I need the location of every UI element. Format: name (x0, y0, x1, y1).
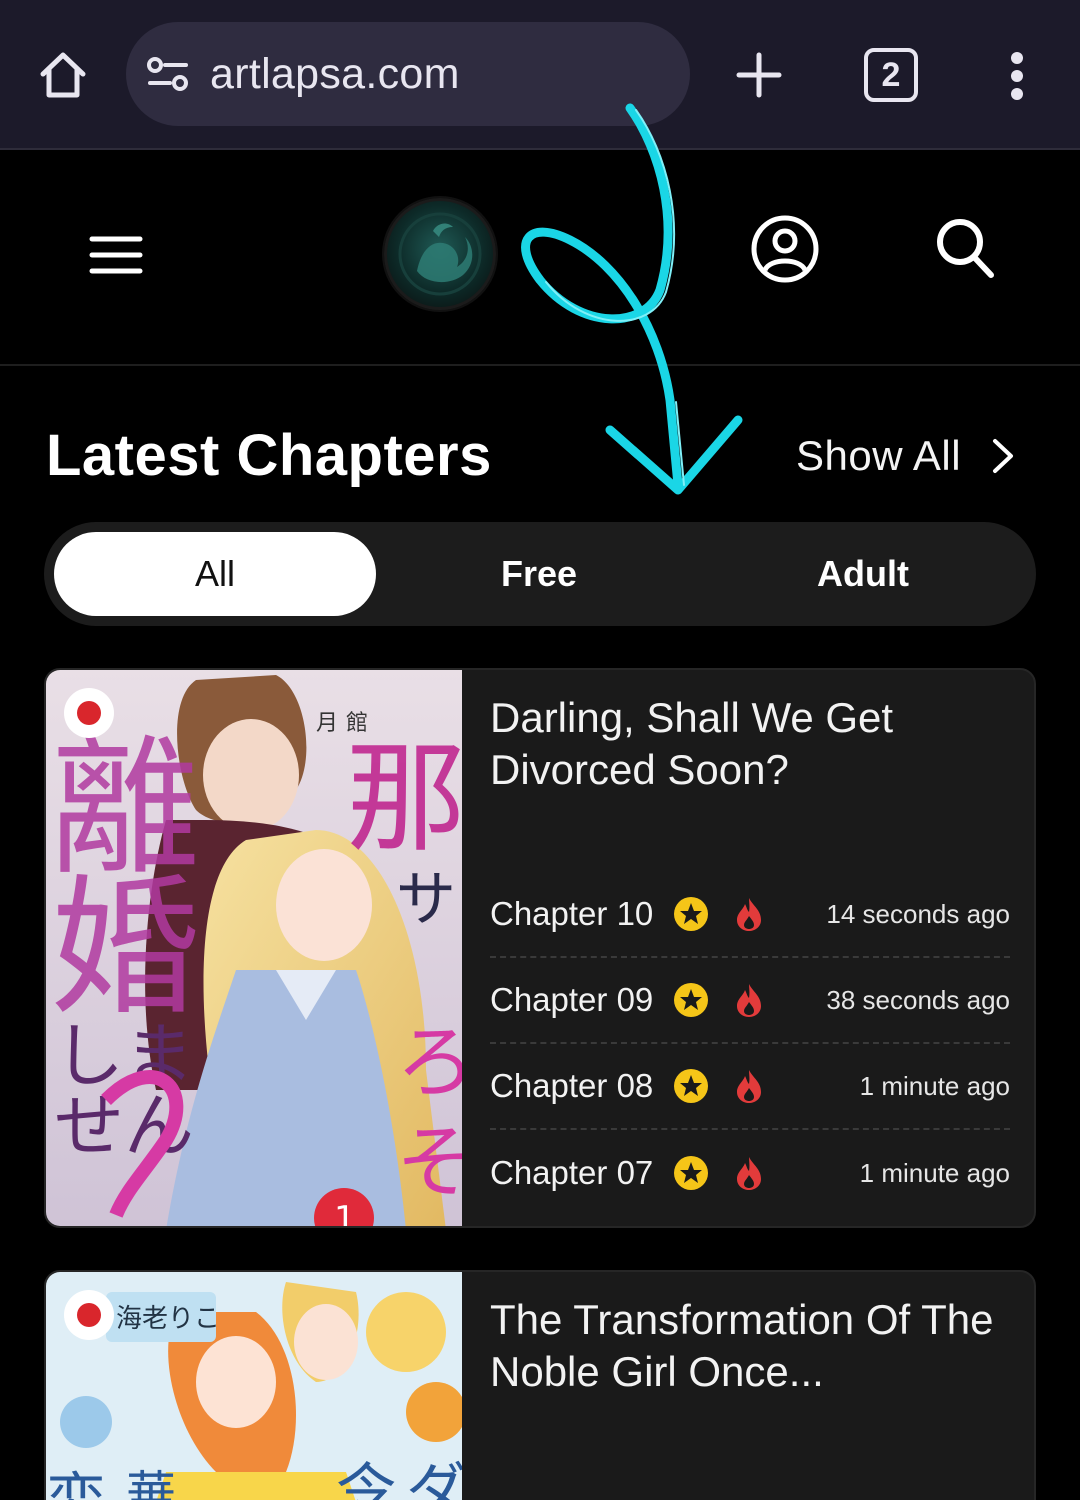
fire-icon (737, 898, 762, 931)
series-title[interactable]: The Transformation Of The Noble Girl Onc… (490, 1294, 1010, 1398)
browser-menu-button[interactable] (996, 48, 1038, 104)
svg-text:ダ: ダ (406, 1457, 462, 1500)
page-title: Latest Chapters (46, 423, 492, 488)
svg-text:月: 月 (316, 711, 338, 736)
tab-all[interactable]: All (54, 532, 376, 616)
chapter-time: 1 minute ago (859, 1157, 1010, 1188)
svg-text:婚: 婚 (50, 862, 200, 1036)
cover-image[interactable]: 海老りこ 変 華 令 ダ (46, 1272, 462, 1500)
svg-text:海老りこ: 海老りこ (116, 1304, 220, 1334)
chapter-time: 14 seconds ago (826, 898, 1010, 929)
fire-icon (737, 1070, 762, 1103)
show-all-label: Show All (796, 432, 962, 479)
home-icon (40, 52, 86, 98)
more-vert-icon (1011, 52, 1023, 100)
chapter-row[interactable]: Chapter 08 1 minute ago (490, 1044, 1010, 1130)
manga-card[interactable]: 海老りこ 変 華 令 ダ The Transformation Of The N… (44, 1270, 1036, 1500)
tab-free[interactable]: Free (378, 532, 700, 616)
chapter-time: 1 minute ago (859, 1070, 1010, 1101)
japan-flag-icon (64, 1290, 114, 1340)
url-text: artlapsa.com (210, 50, 460, 98)
browser-toolbar: artlapsa.com 2 (0, 0, 1080, 150)
new-tab-button[interactable] (728, 44, 790, 106)
svg-text:華: 華 (126, 1466, 176, 1500)
phoenix-logo-icon (398, 212, 482, 296)
manga-card[interactable]: 離 婚 那 しま せん サ ろ そ 月 館 1 Darling, Shall W… (44, 668, 1036, 1228)
tabs-button[interactable]: 2 (864, 48, 918, 102)
svg-text:那: 那 (346, 730, 462, 869)
japan-flag-icon (64, 688, 114, 738)
manga-cover-art: 離 婚 那 しま せん サ ろ そ 月 館 1 (46, 670, 462, 1226)
svg-text:そ: そ (396, 1116, 462, 1209)
svg-text:令: 令 (336, 1457, 396, 1500)
chevron-right-icon (993, 439, 1014, 473)
show-all-link[interactable]: Show All (796, 424, 1015, 488)
address-bar[interactable]: artlapsa.com (126, 22, 690, 126)
site-settings-icon (147, 57, 188, 91)
hamburger-icon[interactable] (88, 234, 144, 276)
site-header (0, 152, 1080, 366)
home-button[interactable] (30, 42, 96, 108)
svg-text:館: 館 (346, 711, 368, 736)
chapter-name: Chapter 09 (490, 981, 654, 1018)
user-icon[interactable] (750, 214, 820, 284)
fire-icon (737, 1157, 762, 1190)
svg-text:サ: サ (396, 865, 456, 935)
chapter-row[interactable]: Chapter 09 38 seconds ago (490, 958, 1010, 1044)
star-badge-icon (674, 1069, 709, 1103)
star-badge-icon (674, 1156, 709, 1190)
series-title[interactable]: Darling, Shall We Get Divorced Soon? (490, 692, 1010, 796)
star-badge-icon (674, 897, 709, 931)
chapter-time: 38 seconds ago (826, 984, 1010, 1015)
cover-image[interactable]: 離 婚 那 しま せん サ ろ そ 月 館 1 (46, 670, 462, 1226)
svg-text:1: 1 (334, 1199, 356, 1226)
chapter-name: Chapter 07 (490, 1154, 654, 1191)
svg-text:変: 変 (46, 1467, 106, 1500)
tab-adult[interactable]: Adult (702, 532, 1024, 616)
chapter-row[interactable]: Chapter 07 1 minute ago (490, 1130, 1010, 1216)
chapter-row[interactable]: Chapter 10 14 seconds ago (490, 872, 1010, 958)
chapter-name: Chapter 10 (490, 895, 654, 932)
chapter-name: Chapter 08 (490, 1067, 654, 1104)
tab-count: 2 (881, 55, 901, 94)
svg-text:ろ: ろ (396, 1016, 462, 1109)
site-logo[interactable] (384, 198, 496, 310)
filter-tabs: All Free Adult (44, 522, 1036, 626)
star-badge-icon (674, 983, 709, 1017)
plus-icon (736, 52, 782, 98)
fire-icon (737, 984, 762, 1017)
search-icon[interactable] (934, 216, 996, 280)
